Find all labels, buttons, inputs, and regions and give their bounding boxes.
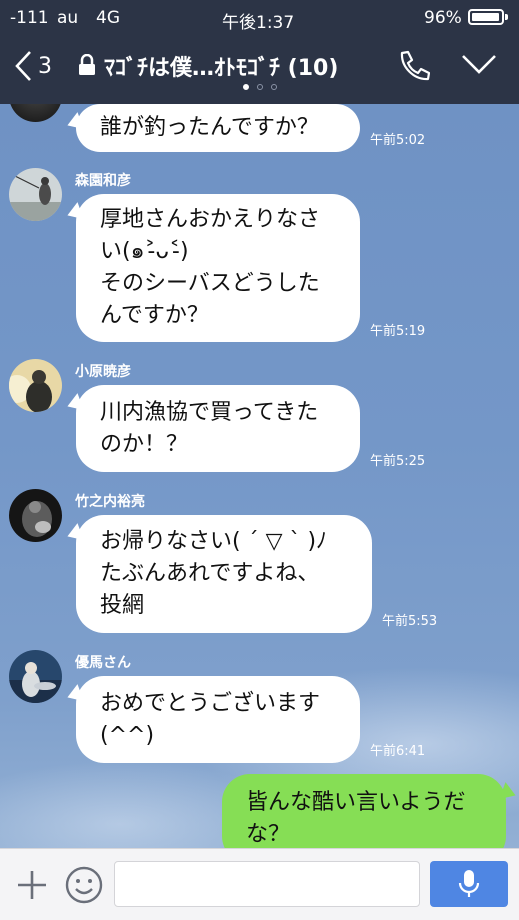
message-input-bar [0, 848, 519, 920]
plus-icon [18, 871, 46, 899]
status-bar: -111 au 4G 午後1:37 96% [0, 0, 519, 34]
voice-button[interactable] [430, 861, 508, 907]
battery-percent: 96% [424, 8, 462, 28]
network-type: 4G [96, 8, 120, 28]
message-text-line: たぶんあれですよね、 [100, 561, 320, 586]
unread-count: 3 [38, 53, 52, 79]
chat-title: ﾏｺﾞﾁは僕…ｵﾄﾓｺﾞﾁ (10) [104, 56, 339, 81]
message-time: 午前5:02 [370, 133, 426, 148]
battery-tip [505, 14, 508, 20]
message-time: 午前5:25 [370, 454, 426, 469]
microphone-icon [458, 870, 480, 897]
my-message-bubble[interactable]: 皆んな酷い言いようだ な？ [222, 774, 506, 848]
message-text-line: そのシーバスどうした [100, 271, 320, 296]
back-button[interactable]: 3 [14, 46, 52, 86]
message-bubble[interactable]: 厚地さんおかえりなさ い(๑˃̵ᴗ˂̵) そのシーバスどうした んですか？ [76, 194, 360, 342]
message-input[interactable] [114, 861, 420, 907]
signal-strength: -111 [10, 8, 49, 28]
message-bubble[interactable]: おめでとうございます (^^) [76, 676, 360, 763]
message-text-line: 厚地さんおかえりなさ [100, 207, 321, 232]
emoji-button[interactable] [64, 865, 104, 909]
message-text: 誰が釣ったんですか？ [100, 115, 319, 140]
message-text-line: い(๑˃̵ᴗ˂̵) [100, 239, 189, 264]
menu-toggle-button[interactable] [460, 52, 498, 80]
chat-header: 3 ﾏｺﾞﾁは僕…ｵﾄﾓｺﾞﾁ (10) [0, 34, 519, 104]
message-bubble[interactable]: 誰が釣ったんですか？ [76, 104, 360, 152]
message-time: 午前5:19 [370, 324, 426, 339]
back-chevron-icon [15, 51, 31, 81]
avatar[interactable] [9, 168, 62, 221]
message-time: 午前6:41 [370, 744, 426, 759]
battery-icon [468, 9, 504, 25]
message-text-line: んですか？ [100, 303, 209, 328]
chat-area[interactable]: 誰が釣ったんですか？ 午前5:02 森園和彦 厚地さんおかえりなさ い(๑˃̵ᴗ… [0, 104, 519, 848]
page-dot [270, 84, 277, 90]
avatar[interactable] [9, 650, 62, 703]
message-bubble[interactable]: お帰りなさい( ´ ▽ ` )ﾉ たぶんあれですよね、 投網 [76, 515, 372, 633]
avatar-image [9, 359, 62, 412]
avatar[interactable] [9, 359, 62, 412]
emoji-icon [65, 866, 103, 904]
page-dot [256, 84, 263, 90]
avatar[interactable] [9, 104, 62, 122]
message-text-line: お帰りなさい( ´ ▽ ` )ﾉ [100, 529, 328, 554]
sender-name: 竹之内裕亮 [75, 494, 145, 510]
chevron-down-icon [462, 55, 496, 74]
message-text-line: 皆んな酷い言いようだ [246, 790, 466, 815]
sender-name: 優馬さん [75, 655, 131, 671]
message-time: 午前5:53 [382, 614, 438, 629]
phone-icon [400, 50, 431, 81]
avatar[interactable] [9, 489, 62, 542]
lock-icon [79, 54, 95, 75]
message-text-line: (^^) [100, 722, 155, 748]
call-button[interactable] [394, 48, 431, 88]
sender-name: 小原暁彦 [75, 364, 131, 380]
page-dot-active [242, 84, 249, 90]
message-text-line: 川内漁協で買ってきた [100, 399, 319, 425]
message-bubble[interactable]: 川内漁協で買ってきた のか！？ [76, 385, 360, 472]
page-indicator [0, 84, 519, 90]
message-text-line: 投網 [100, 593, 145, 618]
avatar-image [9, 168, 62, 221]
message-text-line: おめでとうございます [100, 690, 321, 716]
attach-button[interactable] [16, 869, 48, 905]
message-text-line: な？ [246, 822, 291, 847]
avatar-image [9, 650, 62, 703]
carrier-name: au [57, 8, 79, 28]
sender-name: 森園和彦 [75, 173, 131, 189]
message-text-line: のか！？ [100, 431, 189, 457]
avatar-image [9, 489, 62, 542]
clock: 午後1:37 [222, 13, 295, 33]
